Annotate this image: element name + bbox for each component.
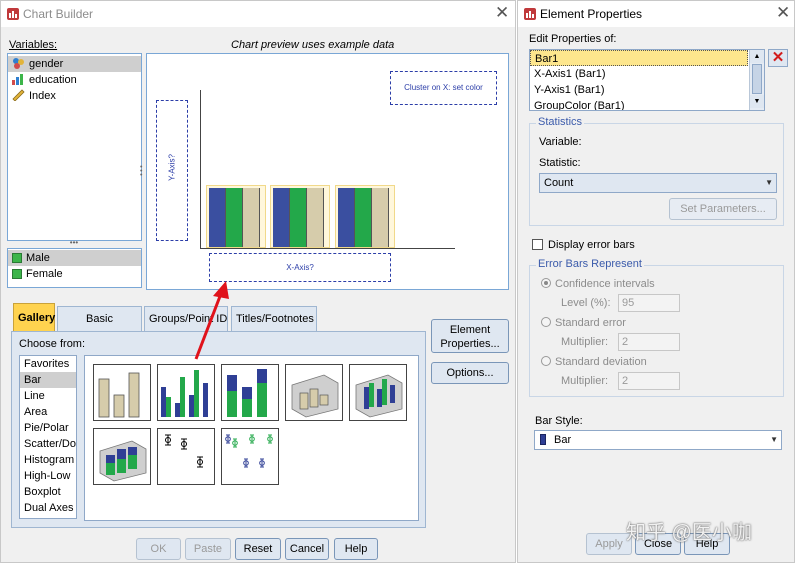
scroll-down-icon[interactable]: ▼	[750, 95, 764, 108]
spss-app-icon	[524, 8, 536, 20]
confidence-intervals-option[interactable]: Confidence intervals	[541, 278, 655, 290]
element-properties-titlebar: Element Properties ✕	[518, 1, 794, 27]
standard-deviation-label: Standard deviation	[555, 356, 647, 368]
scroll-thumb[interactable]	[752, 64, 762, 94]
bar-style-icon	[540, 434, 546, 445]
error-bars-group: Error Bars Represent Confidence interval…	[529, 258, 784, 397]
element-item-groupcolor[interactable]: GroupColor (Bar1)	[530, 98, 764, 110]
error-bars-group-title: Error Bars Represent	[536, 258, 644, 270]
statistic-dropdown[interactable]: Count ▼	[539, 173, 777, 193]
se-multiplier-input[interactable]: 2	[618, 333, 680, 351]
element-item-y-axis1[interactable]: Y-Axis1 (Bar1)	[530, 82, 764, 98]
statistic-label: Statistic:	[539, 157, 581, 169]
level-label: Level (%):	[561, 297, 611, 309]
confidence-label: Confidence intervals	[555, 278, 655, 290]
delete-element-icon[interactable]: ✕	[768, 49, 788, 67]
chevron-down-icon: ▼	[770, 435, 778, 444]
watermark-text: 知乎 @医小咖	[626, 522, 752, 544]
element-properties-title: Element Properties	[540, 7, 643, 21]
element-list[interactable]: Bar1 X-Axis1 (Bar1) Y-Axis1 (Bar1) Group…	[529, 49, 765, 111]
sd-multiplier-input[interactable]: 2	[618, 372, 680, 390]
statistics-group: Statistics Variable: Statistic: Count ▼ …	[529, 116, 784, 226]
standard-error-radio[interactable]	[541, 317, 551, 327]
standard-deviation-option[interactable]: Standard deviation	[541, 356, 647, 368]
scroll-up-icon[interactable]: ▲	[750, 50, 764, 63]
bar-style-dropdown[interactable]: Bar ▼	[534, 430, 782, 450]
sd-multiplier-label: Multiplier:	[561, 375, 609, 387]
bar-style-label: Bar Style:	[535, 415, 583, 427]
level-input[interactable]: 95	[618, 294, 680, 312]
display-error-bars-label: Display error bars	[548, 239, 635, 251]
annotation-arrow	[194, 281, 229, 360]
element-list-scrollbar[interactable]: ▲ ▼	[749, 50, 764, 110]
chevron-down-icon: ▼	[765, 178, 773, 187]
display-error-bars-checkbox[interactable]	[532, 239, 543, 250]
element-item-x-axis1[interactable]: X-Axis1 (Bar1)	[530, 66, 764, 82]
standard-error-label: Standard error	[555, 317, 626, 329]
element-properties-close-icon[interactable]: ✕	[776, 3, 790, 23]
variable-label: Variable:	[539, 136, 582, 148]
confidence-radio[interactable]	[541, 278, 551, 288]
statistics-group-title: Statistics	[536, 116, 585, 128]
standard-deviation-radio[interactable]	[541, 356, 551, 366]
standard-error-option[interactable]: Standard error	[541, 317, 626, 329]
statistic-value: Count	[544, 177, 574, 189]
element-item-bar1[interactable]: Bar1	[530, 50, 748, 66]
set-parameters-button[interactable]: Set Parameters...	[669, 198, 777, 220]
edit-properties-label: Edit Properties of:	[529, 33, 617, 45]
bar-style-value: Bar	[554, 434, 572, 446]
element-properties-window: Element Properties ✕ Edit Properties of:…	[517, 0, 795, 563]
display-error-bars-row[interactable]: Display error bars	[532, 239, 635, 251]
se-multiplier-label: Multiplier:	[561, 336, 609, 348]
